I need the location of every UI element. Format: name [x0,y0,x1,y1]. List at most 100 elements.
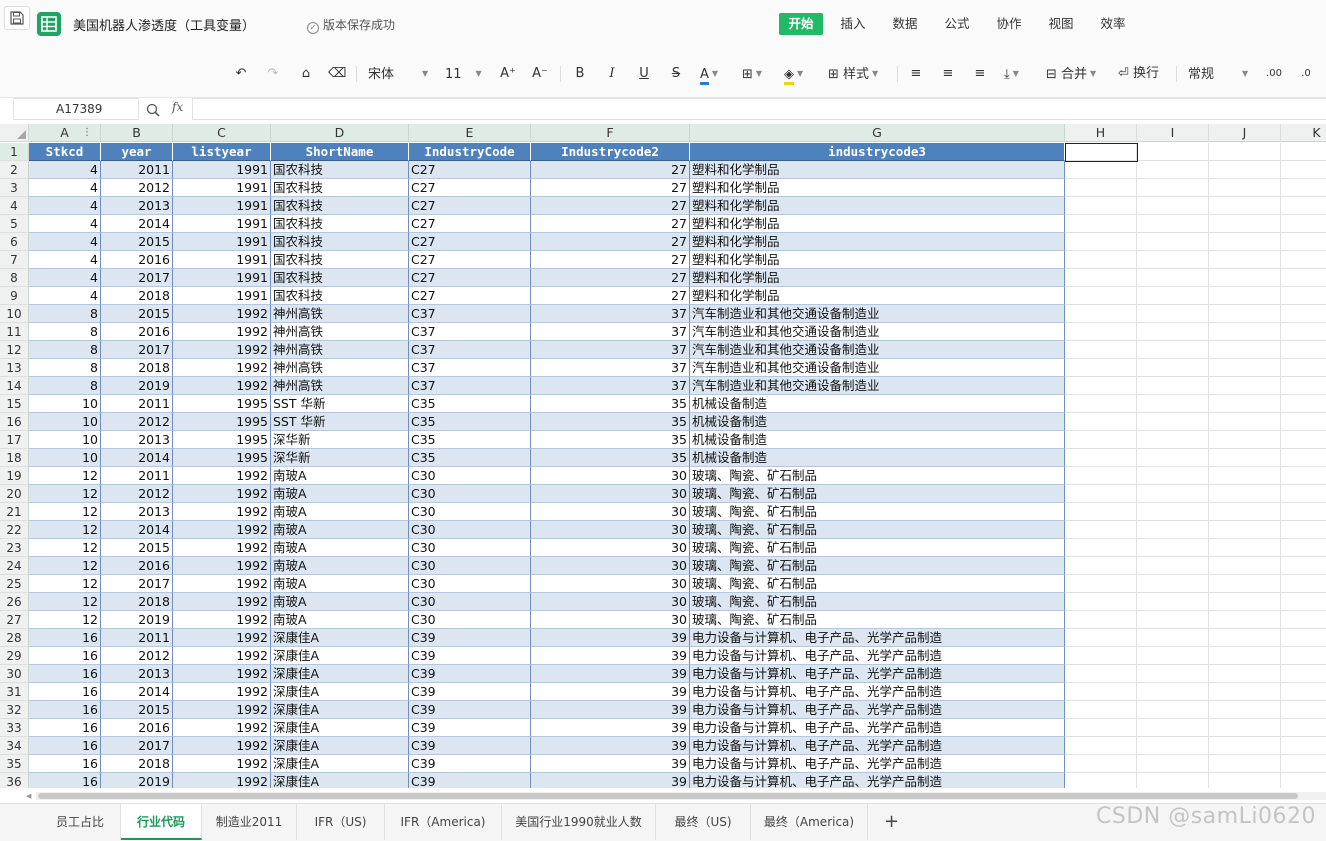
empty-cell[interactable] [1065,719,1137,737]
header-cell[interactable]: listyear [173,143,271,161]
table-cell[interactable]: 27 [531,215,690,233]
table-cell[interactable]: C35 [409,449,531,467]
table-cell[interactable]: C39 [409,701,531,719]
empty-cell[interactable] [1137,233,1209,251]
table-cell[interactable]: 39 [531,665,690,683]
table-cell[interactable]: C30 [409,575,531,593]
table-cell[interactable]: C35 [409,431,531,449]
empty-cell[interactable] [1065,575,1137,593]
table-cell[interactable]: 37 [531,323,690,341]
empty-cell[interactable] [1281,719,1326,737]
table-cell[interactable]: 深康佳A [271,773,409,788]
format-painter-icon[interactable]: ⌂ [297,64,315,84]
table-cell[interactable]: C27 [409,197,531,215]
empty-cell[interactable] [1137,179,1209,197]
empty-cell[interactable] [1281,413,1326,431]
empty-cell[interactable] [1209,485,1281,503]
empty-cell[interactable] [1137,611,1209,629]
table-cell[interactable]: C30 [409,611,531,629]
empty-cell[interactable] [1281,593,1326,611]
empty-cell[interactable] [1209,593,1281,611]
table-cell[interactable]: 1992 [173,323,271,341]
sheet-tab[interactable]: 行业代码 [121,804,202,840]
empty-cell[interactable] [1065,665,1137,683]
table-cell[interactable]: 16 [29,701,101,719]
empty-cell[interactable] [1281,575,1326,593]
empty-cell[interactable] [1137,485,1209,503]
row-header[interactable]: 14 [0,377,29,395]
empty-cell[interactable] [1281,341,1326,359]
empty-cell[interactable] [1137,143,1209,161]
empty-cell[interactable] [1065,215,1137,233]
table-cell[interactable]: 16 [29,629,101,647]
table-cell[interactable]: 深康佳A [271,701,409,719]
table-cell[interactable]: 南玻A [271,593,409,611]
empty-cell[interactable] [1281,467,1326,485]
italic-button[interactable]: I [604,64,620,84]
strikethrough-button[interactable]: S [668,64,684,84]
table-cell[interactable]: 35 [531,395,690,413]
redo-icon[interactable]: ↷ [264,64,282,84]
table-cell[interactable]: 2018 [101,593,173,611]
table-cell[interactable]: 30 [531,557,690,575]
table-cell[interactable]: 12 [29,467,101,485]
empty-cell[interactable] [1065,161,1137,179]
table-cell[interactable]: 1991 [173,215,271,233]
table-cell[interactable]: C37 [409,341,531,359]
table-cell[interactable]: 2018 [101,359,173,377]
table-cell[interactable]: 2011 [101,161,173,179]
empty-cell[interactable] [1209,557,1281,575]
table-cell[interactable]: 神州高铁 [271,323,409,341]
table-cell[interactable]: 2016 [101,251,173,269]
table-cell[interactable]: 1995 [173,449,271,467]
empty-cell[interactable] [1281,431,1326,449]
table-cell[interactable]: 汽车制造业和其他交通设备制造业 [690,377,1065,395]
empty-cell[interactable] [1281,179,1326,197]
table-cell[interactable]: C35 [409,395,531,413]
table-cell[interactable]: 30 [531,467,690,485]
empty-cell[interactable] [1281,161,1326,179]
row-header[interactable]: 20 [0,485,29,503]
empty-cell[interactable] [1209,179,1281,197]
row-header[interactable]: 23 [0,539,29,557]
empty-cell[interactable] [1137,755,1209,773]
empty-cell[interactable] [1281,539,1326,557]
empty-cell[interactable] [1281,395,1326,413]
table-cell[interactable]: 8 [29,305,101,323]
table-cell[interactable]: 塑料和化学制品 [690,269,1065,287]
table-cell[interactable]: 2015 [101,539,173,557]
row-header[interactable]: 3 [0,179,29,197]
table-cell[interactable]: 塑料和化学制品 [690,161,1065,179]
table-cell[interactable]: 2018 [101,755,173,773]
empty-cell[interactable] [1281,611,1326,629]
table-cell[interactable]: 2019 [101,611,173,629]
table-cell[interactable]: 2013 [101,665,173,683]
table-cell[interactable]: 37 [531,341,690,359]
function-icon[interactable]: fx [172,100,183,114]
table-cell[interactable]: 39 [531,719,690,737]
table-cell[interactable]: 12 [29,539,101,557]
table-cell[interactable]: 10 [29,449,101,467]
row-header[interactable]: 33 [0,719,29,737]
column-header-f[interactable]: F [531,124,690,142]
empty-cell[interactable] [1209,377,1281,395]
empty-cell[interactable] [1137,395,1209,413]
table-cell[interactable]: 国农科技 [271,287,409,305]
number-format-select[interactable]: 常规 ▼ [1188,64,1256,84]
table-cell[interactable]: 2015 [101,701,173,719]
table-cell[interactable]: 2014 [101,449,173,467]
table-cell[interactable]: 南玻A [271,539,409,557]
save-icon[interactable] [4,6,30,30]
row-header[interactable]: 26 [0,593,29,611]
table-cell[interactable]: 27 [531,197,690,215]
table-cell[interactable]: 汽车制造业和其他交通设备制造业 [690,305,1065,323]
header-cell[interactable]: IndustryCode [409,143,531,161]
row-header[interactable]: 9 [0,287,29,305]
column-header-i[interactable]: I [1137,124,1209,142]
empty-cell[interactable] [1065,683,1137,701]
table-cell[interactable]: 1992 [173,737,271,755]
empty-cell[interactable] [1281,305,1326,323]
empty-cell[interactable] [1281,323,1326,341]
row-header[interactable]: 21 [0,503,29,521]
align-center-icon[interactable]: ≡ [940,64,956,84]
